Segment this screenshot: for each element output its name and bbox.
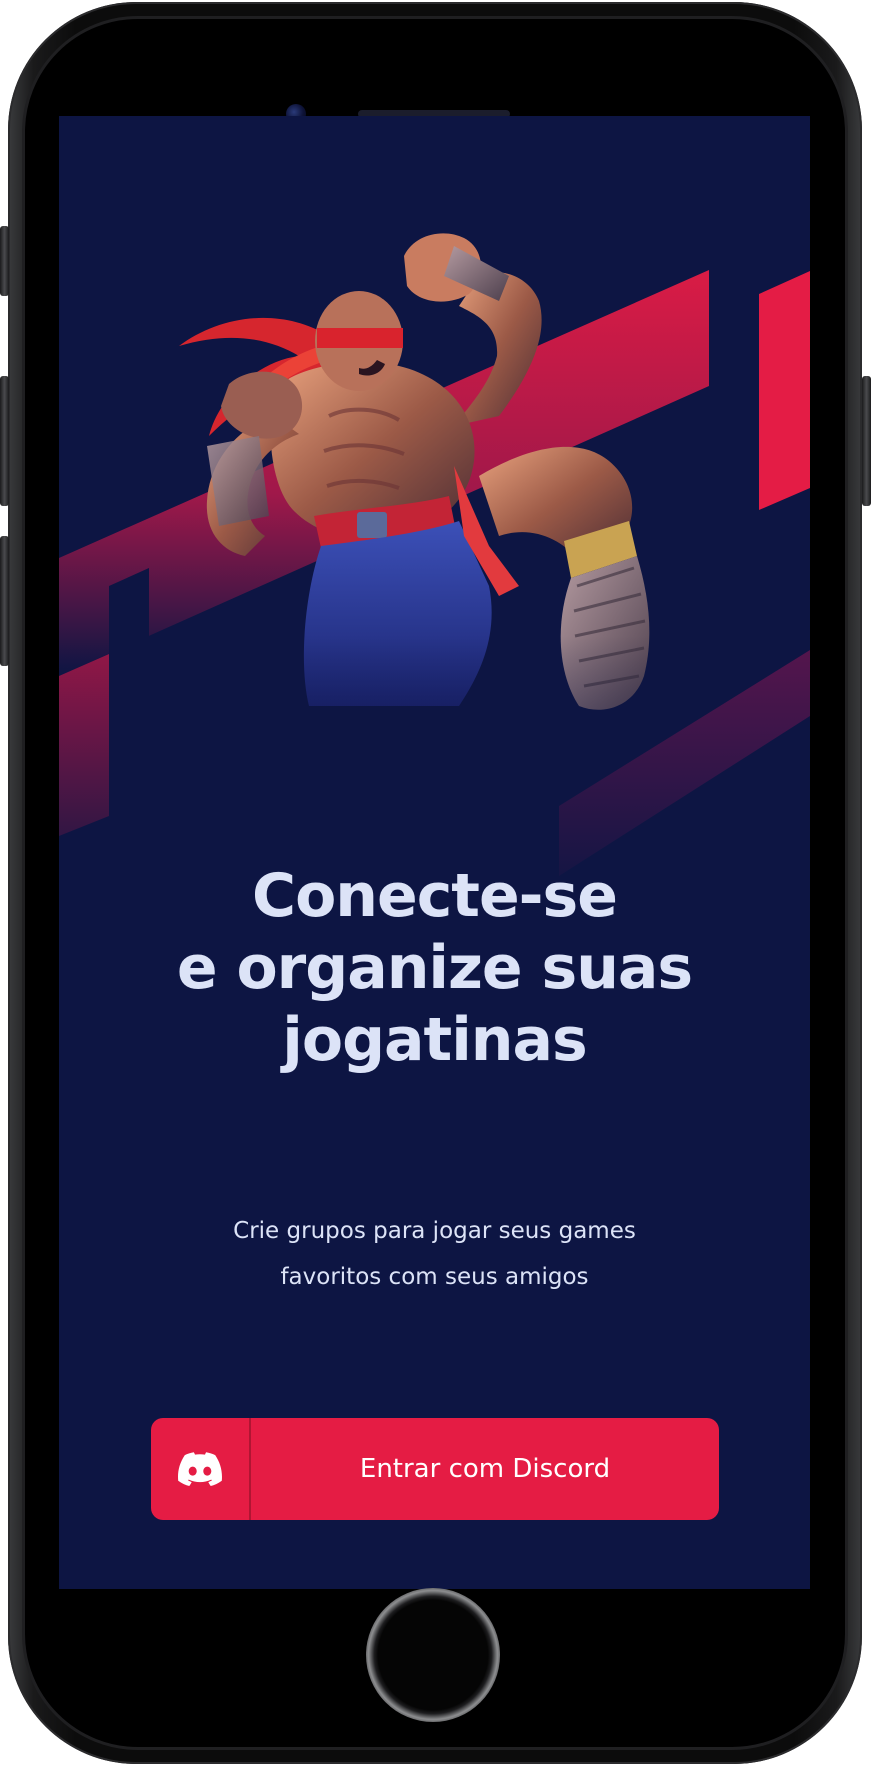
hero-illustration xyxy=(59,116,810,906)
headline-line-2: e organize suas xyxy=(176,933,693,1003)
description-line-1: Crie grupos para jogar seus games xyxy=(233,1218,636,1244)
app-screen: Conecte-se e organize suas jogatinas Cri… xyxy=(59,116,810,1589)
description: Crie grupos para jogar seus games favori… xyxy=(59,1208,810,1300)
headline: Conecte-se e organize suas jogatinas xyxy=(59,860,810,1076)
headline-line-1: Conecte-se xyxy=(252,861,618,931)
champion-artwork xyxy=(59,233,810,906)
mute-switch xyxy=(0,226,9,296)
volume-down-button xyxy=(0,536,9,666)
home-button[interactable] xyxy=(366,1588,500,1722)
discord-icon xyxy=(178,1452,222,1486)
discord-login-button[interactable]: Entrar com Discord xyxy=(151,1418,719,1520)
headline-line-3: jogatinas xyxy=(282,1005,587,1075)
discord-icon-box xyxy=(151,1418,251,1520)
description-line-2: favoritos com seus amigos xyxy=(280,1264,589,1290)
power-button xyxy=(862,376,871,506)
discord-login-label: Entrar com Discord xyxy=(359,1454,611,1484)
volume-up-button xyxy=(0,376,9,506)
